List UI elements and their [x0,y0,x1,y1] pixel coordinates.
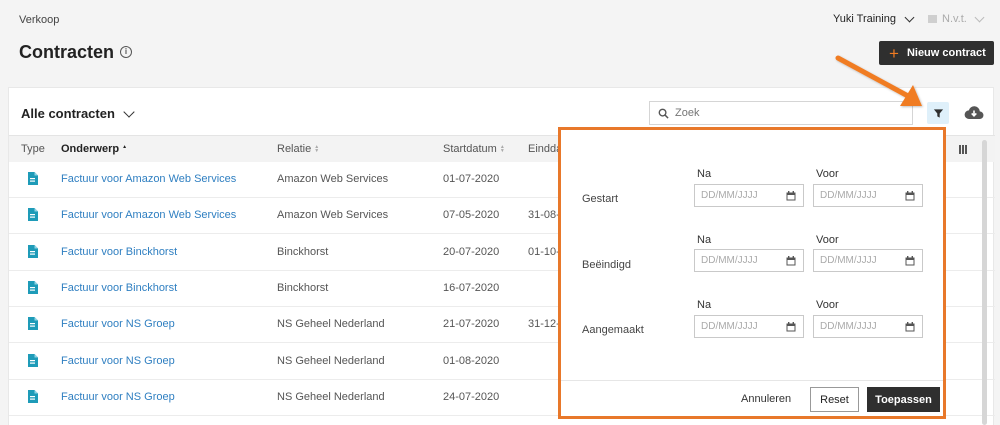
document-icon [27,280,38,297]
relation-cell: Amazon Web Services [277,173,389,185]
column-header-type[interactable]: Type [21,143,45,155]
document-icon [27,208,38,224]
organization-name: Yuki Training [833,13,896,25]
list-view-title: Alle contracten [21,106,115,121]
download-button[interactable] [963,101,985,123]
subject-link[interactable]: Factuur voor NS Groep [61,318,175,330]
startdate-cell: 16-07-2020 [443,281,500,294]
calendar-icon[interactable] [905,256,915,266]
cancel-button[interactable]: Annuleren [741,393,791,405]
created-before-field[interactable] [813,315,923,338]
subject-link[interactable]: Factuur voor Amazon Web Services [61,173,236,185]
calendar-icon[interactable] [905,322,915,332]
sort-icon: ▲ ▼ [499,144,505,154]
document-icon [27,244,38,261]
col-label-before: Voor [816,234,839,246]
started-after-input[interactable] [701,190,781,201]
startdate-cell: 21-07-2020 [443,318,500,331]
relation-cell: NS Geheel Nederland [277,318,385,331]
page-title: Contracten [19,42,115,62]
sort-ascending-icon: ▲▼ [122,144,128,150]
filter-button[interactable] [927,102,949,124]
administration-selector[interactable]: N.v.t. [928,12,985,25]
top-bar: Verkoop Yuki Training N.v.t. [0,0,1000,40]
ended-after-field[interactable] [694,249,804,272]
relation-cell: Amazon Web Services [277,209,389,222]
administration-name: N.v.t. [942,13,967,25]
started-before-field[interactable] [813,184,923,207]
column-header-startdate[interactable]: Startdatum ▲ ▼ [443,143,505,155]
divider [561,380,943,381]
created-after-input[interactable] [701,321,781,332]
document-icon [27,353,38,370]
subject-link[interactable]: Factuur voor Amazon Web Services [61,209,236,221]
subject-link[interactable]: Factuur voor Binckhorst [61,246,177,258]
document-icon [27,389,38,406]
calendar-icon[interactable] [786,256,796,266]
document-icon [27,172,38,188]
column-header-relation[interactable]: Relatie ▲ ▼ [277,143,319,155]
calendar-icon[interactable] [786,322,796,332]
relation-cell: NS Geheel Nederland [277,354,385,367]
info-icon[interactable]: i [120,46,132,58]
col-label-after: Na [697,299,712,311]
filter-icon [933,108,943,118]
started-after-field[interactable] [694,184,804,207]
cloud-download-icon [964,105,984,119]
calendar-icon[interactable] [786,191,796,201]
annotation-arrow [835,55,922,106]
ended-before-input[interactable] [820,255,900,266]
sort-icon: ▲ ▼ [314,144,320,154]
relation-cell: Binckhorst [277,281,329,294]
subject-link[interactable]: Factuur voor NS Groep [61,391,175,403]
created-before-input[interactable] [820,321,900,332]
col-label-after: Na [697,168,712,180]
relation-cell: NS Geheel Nederland [277,390,385,403]
calendar-icon[interactable] [905,191,915,201]
scrollbar[interactable] [982,140,987,425]
subject-link[interactable]: Factuur voor Binckhorst [61,282,177,294]
date-filter-popup: Na Voor Gestart Na Voor Beëindigd Na Voo… [558,127,946,419]
subject-link[interactable]: Factuur voor NS Groep [61,355,175,367]
started-before-input[interactable] [820,190,900,201]
organization-selector[interactable]: Yuki Training [833,12,915,25]
apply-button[interactable]: Toepassen [867,387,940,412]
startdate-cell: 01-07-2020 [443,173,500,185]
relation-cell: Binckhorst [277,245,329,258]
filter-row-created: Aangemaakt [582,324,644,336]
ended-before-field[interactable] [813,249,923,272]
ended-after-input[interactable] [701,255,781,266]
startdate-cell: 20-07-2020 [443,245,500,258]
document-icon [27,317,38,333]
startdate-cell: 07-05-2020 [443,209,500,222]
reset-button[interactable]: Reset [810,387,859,412]
chevron-down-icon [904,12,915,22]
chevron-down-icon [123,105,135,118]
search-icon [658,108,669,119]
startdate-cell: 01-08-2020 [443,354,500,367]
list-view-selector[interactable]: Alle contracten [21,105,135,121]
created-after-field[interactable] [694,315,804,338]
col-label-after: Na [697,234,712,246]
chevron-down-icon [974,12,985,22]
breadcrumb[interactable]: Verkoop [19,14,59,26]
startdate-cell: 24-07-2020 [443,390,500,403]
filter-row-started: Gestart [582,193,619,205]
col-label-before: Voor [816,299,839,311]
filter-row-ended: Beëindigd [582,259,631,271]
folder-icon [928,15,937,23]
col-label-before: Voor [816,168,839,180]
columns-icon[interactable] [959,145,967,154]
column-header-subject[interactable]: Onderwerp ▲▼ [61,143,127,155]
